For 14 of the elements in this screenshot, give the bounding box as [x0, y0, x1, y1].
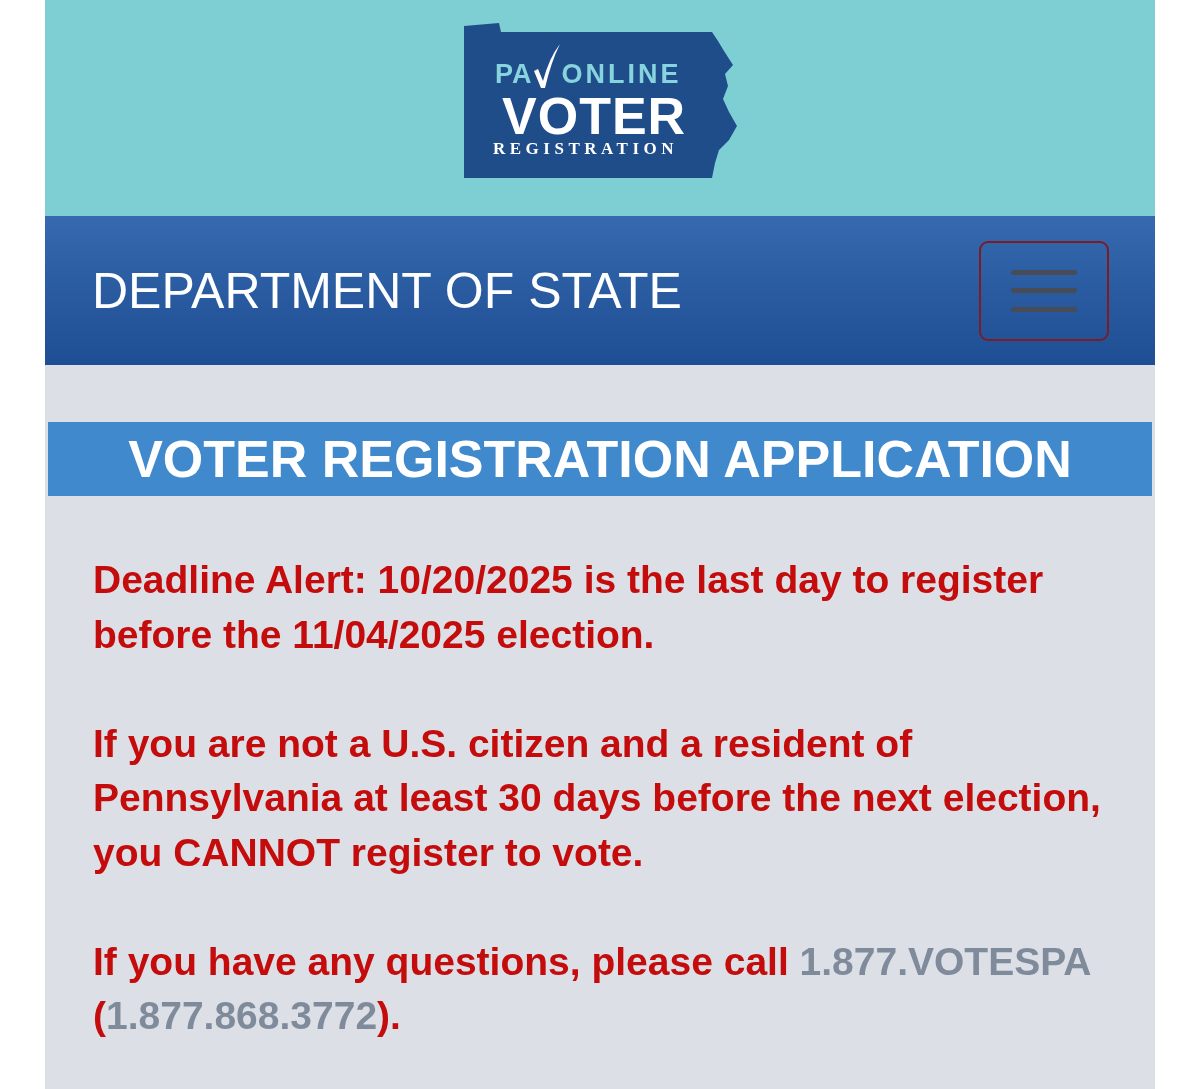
- menu-button[interactable]: [979, 240, 1109, 341]
- logo-text: REGISTRATION: [493, 140, 678, 157]
- site-title: DEPARTMENT OF STATE: [92, 265, 682, 316]
- notice-paragraph: Deadline Alert: 10/20/2025 is the last day to register before the 11/04/2025 election.: [93, 557, 1045, 658]
- notice-paragraph: If you have any questions, please call 1.877.VOTESPA (1.877.868.3772).: [93, 938, 1092, 1039]
- menu-icon: [1011, 269, 1077, 312]
- check-icon: [533, 44, 560, 88]
- logo-text: VOTER: [502, 90, 687, 142]
- notice-paragraph: If you are not a U.S. citizen and a resident of Pennsylvania at least 30 days before the next election, you CANNOT register to vote.: [93, 720, 1102, 876]
- logo-text: PA: [495, 61, 533, 88]
- phone-link[interactable]: 1.877.VOTESPA: [799, 939, 1091, 983]
- phone-link[interactable]: 1.877.868.3772: [106, 994, 378, 1037]
- page-heading: VOTER REGISTRATION APPLICATION: [48, 422, 1152, 496]
- logo-text: ONLINE: [561, 61, 682, 88]
